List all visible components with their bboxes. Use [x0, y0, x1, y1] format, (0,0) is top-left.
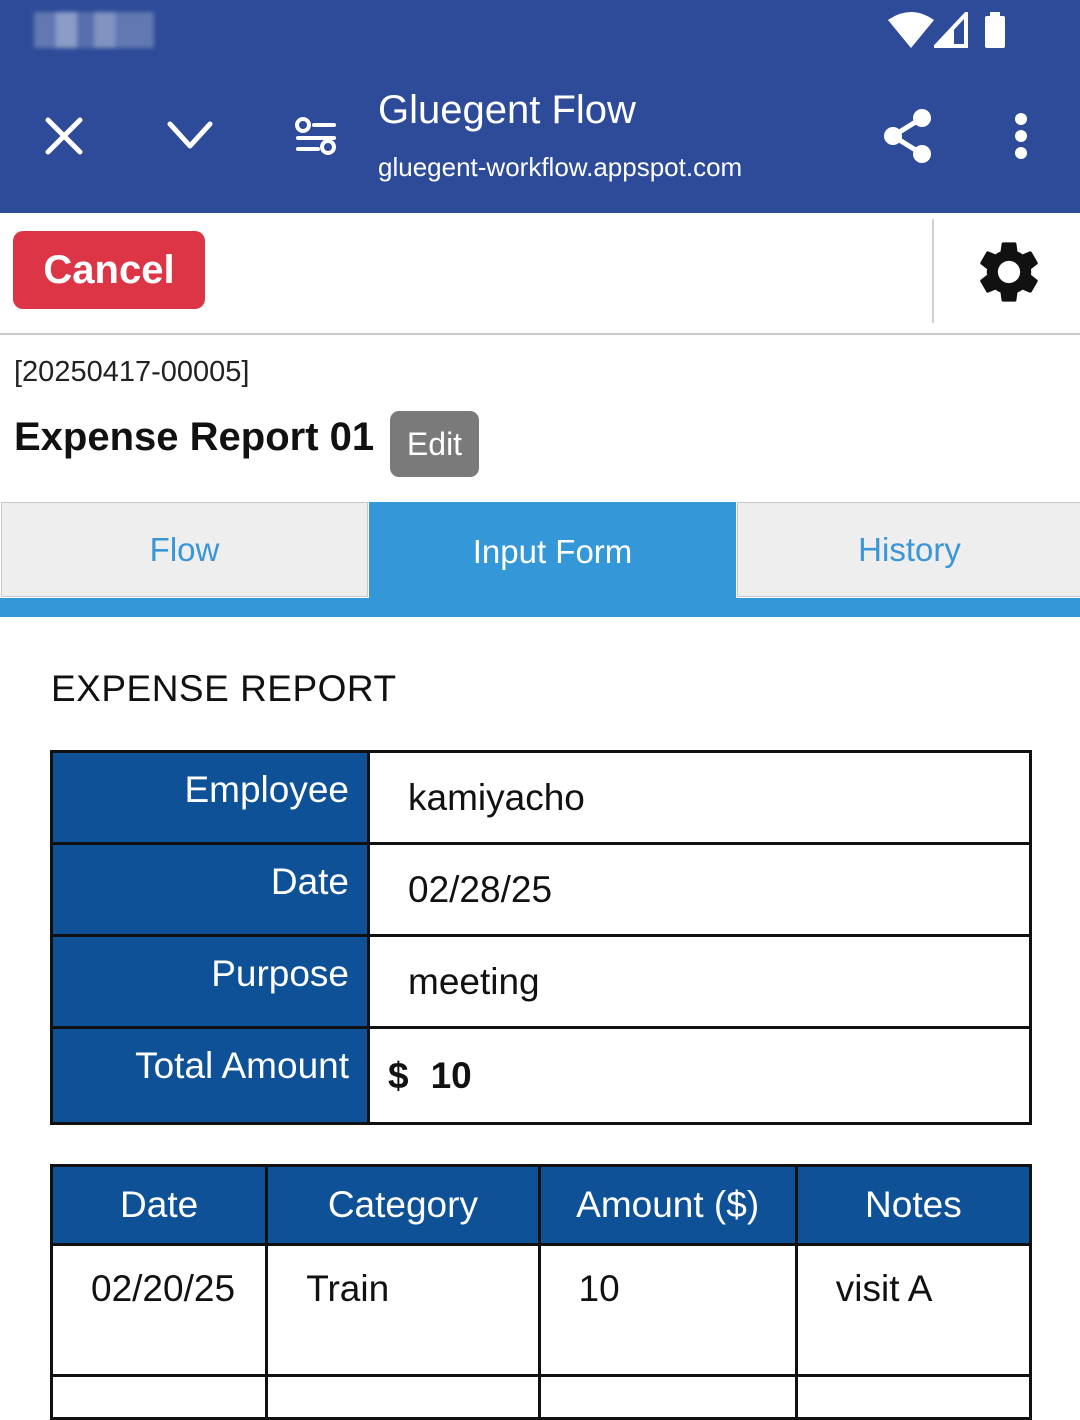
column-header-amount: Amount ($)	[537, 1164, 798, 1246]
app-toolbar: Cancel	[0, 213, 1080, 335]
form-heading: EXPENSE REPORT	[51, 668, 397, 709]
table-row-partial	[49, 1374, 1033, 1420]
currency-symbol: $	[388, 1054, 409, 1096]
date-value: 02/28/25	[367, 842, 1032, 937]
edit-title-button[interactable]: Edit	[390, 411, 479, 477]
tab-input-form[interactable]: Input Form	[369, 502, 736, 602]
expense-items-table: Date Category Amount ($) Notes 02/20/25 …	[49, 1164, 1033, 1420]
summary-row-date: Date 02/28/25	[50, 842, 1032, 937]
table-header-row: Date Category Amount ($) Notes	[49, 1164, 1033, 1246]
tab-bar: Flow Input Form History	[0, 502, 1080, 602]
summary-row-employee: Employee kamiyacho	[50, 750, 1032, 845]
employee-value: kamiyacho	[367, 750, 1032, 845]
status-bar-notifications	[34, 12, 154, 48]
close-icon[interactable]	[44, 116, 84, 156]
total-amount-cell: $10	[367, 1026, 1032, 1125]
site-title: Gluegent Flow	[378, 88, 636, 132]
share-icon[interactable]	[882, 108, 934, 164]
document-id: [20250417-00005]	[14, 356, 250, 388]
browser-chrome: Gluegent Flow gluegent-workflow.appspot.…	[0, 0, 1080, 213]
total-amount-label: Total Amount	[50, 1026, 370, 1125]
column-header-notes: Notes	[794, 1164, 1033, 1246]
signal-icon	[934, 12, 968, 48]
column-header-date: Date	[49, 1164, 269, 1246]
cancel-button[interactable]: Cancel	[13, 231, 205, 309]
gear-icon[interactable]	[972, 235, 1046, 309]
tab-history[interactable]: History	[737, 502, 1080, 597]
tab-underline	[0, 598, 1080, 617]
item-date: 02/20/25	[49, 1243, 269, 1377]
total-amount-value: 10	[430, 1054, 472, 1096]
table-row: 02/20/25 Train 10 visit A	[49, 1243, 1033, 1377]
purpose-value: meeting	[367, 934, 1032, 1029]
employee-label: Employee	[50, 750, 370, 845]
wifi-icon	[888, 12, 934, 48]
tab-flow[interactable]: Flow	[1, 502, 368, 597]
battery-icon	[985, 12, 1005, 48]
item-notes: visit A	[794, 1243, 1033, 1377]
empty-cell	[265, 1374, 541, 1420]
summary-row-purpose: Purpose meeting	[50, 934, 1032, 1029]
date-label: Date	[50, 842, 370, 937]
chevron-down-icon[interactable]	[166, 118, 214, 152]
empty-cell	[537, 1374, 798, 1420]
summary-row-total: Total Amount $10	[50, 1026, 1032, 1125]
item-category: Train	[265, 1243, 541, 1377]
site-url: gluegent-workflow.appspot.com	[378, 152, 743, 182]
purpose-label: Purpose	[50, 934, 370, 1029]
item-amount: 10	[537, 1243, 798, 1377]
toolbar-divider	[932, 219, 934, 323]
empty-cell	[794, 1374, 1033, 1420]
summary-table: Employee kamiyacho Date 02/28/25 Purpose…	[50, 750, 1032, 1125]
column-header-category: Category	[265, 1164, 541, 1246]
document-title: Expense Report 01	[14, 415, 375, 459]
empty-cell	[49, 1374, 269, 1420]
more-vert-icon[interactable]	[1012, 112, 1030, 160]
tune-icon[interactable]	[294, 116, 338, 156]
